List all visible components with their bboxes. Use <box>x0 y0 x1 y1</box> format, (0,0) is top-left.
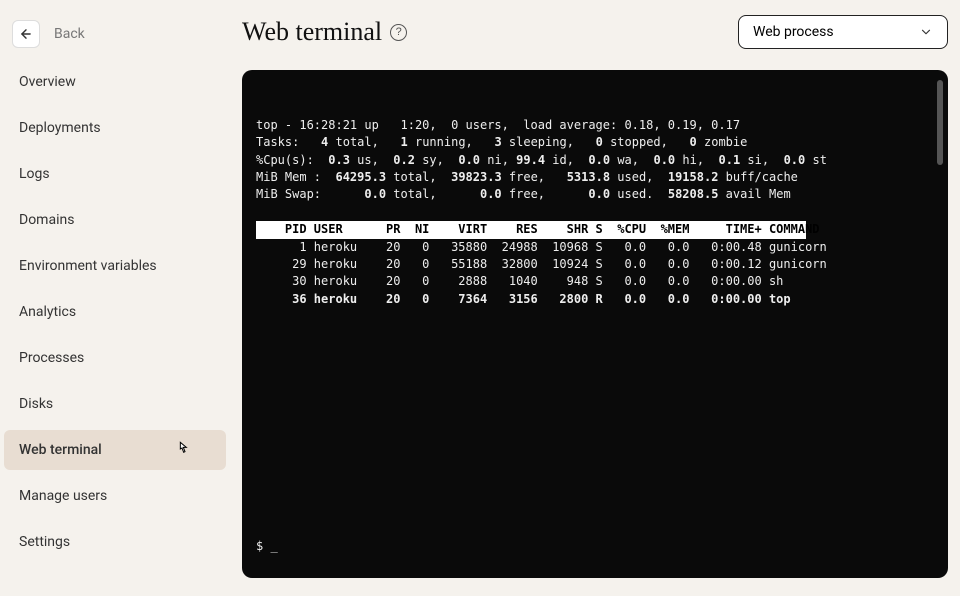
sidebar-item-analytics[interactable]: Analytics <box>4 292 226 332</box>
terminal-columns-header: PID USER PR NI VIRT RES SHR S %CPU %MEM … <box>256 221 806 238</box>
chevron-down-icon <box>919 25 933 39</box>
terminal-process-row: 1 heroku 20 0 35880 24988 10968 S 0.0 0.… <box>256 240 827 254</box>
sidebar-item-disks[interactable]: Disks <box>4 384 226 424</box>
sidebar-item-manage-users[interactable]: Manage users <box>4 476 226 516</box>
sidebar: Overview Deployments Logs Domains Enviro… <box>0 62 228 578</box>
sidebar-item-overview[interactable]: Overview <box>4 62 226 102</box>
back-label: Back <box>54 26 85 42</box>
back-button[interactable] <box>12 20 40 48</box>
sidebar-item-logs[interactable]: Logs <box>4 154 226 194</box>
terminal-process-row: 29 heroku 20 0 55188 32800 10924 S 0.0 0… <box>256 257 827 271</box>
terminal[interactable]: top - 16:28:21 up 1:20, 0 users, load av… <box>242 70 948 578</box>
terminal-process-row: 36 heroku 20 0 7364 3156 2800 R 0.0 0.0 … <box>256 292 791 306</box>
sidebar-item-deployments[interactable]: Deployments <box>4 108 226 148</box>
cursor-pointer-icon <box>175 440 191 462</box>
terminal-process-row: 30 heroku 20 0 2888 1040 948 S 0.0 0.0 0… <box>256 274 783 288</box>
terminal-prompt[interactable]: $ _ <box>256 538 934 555</box>
sidebar-item-web-terminal[interactable]: Web terminal <box>4 430 226 470</box>
sidebar-item-domains[interactable]: Domains <box>4 200 226 240</box>
terminal-summary: top - 16:28:21 up 1:20, 0 users, load av… <box>256 118 827 202</box>
process-select-label: Web process <box>753 24 834 40</box>
arrow-left-icon <box>19 27 33 41</box>
help-icon[interactable]: ? <box>390 24 407 41</box>
scrollbar[interactable] <box>937 80 943 165</box>
sidebar-item-processes[interactable]: Processes <box>4 338 226 378</box>
sidebar-item-settings[interactable]: Settings <box>4 522 226 562</box>
sidebar-item-environment-variables[interactable]: Environment variables <box>4 246 226 286</box>
page-title: Web terminal ? <box>242 17 407 47</box>
process-select[interactable]: Web process <box>738 15 948 49</box>
page-title-text: Web terminal <box>242 17 382 47</box>
